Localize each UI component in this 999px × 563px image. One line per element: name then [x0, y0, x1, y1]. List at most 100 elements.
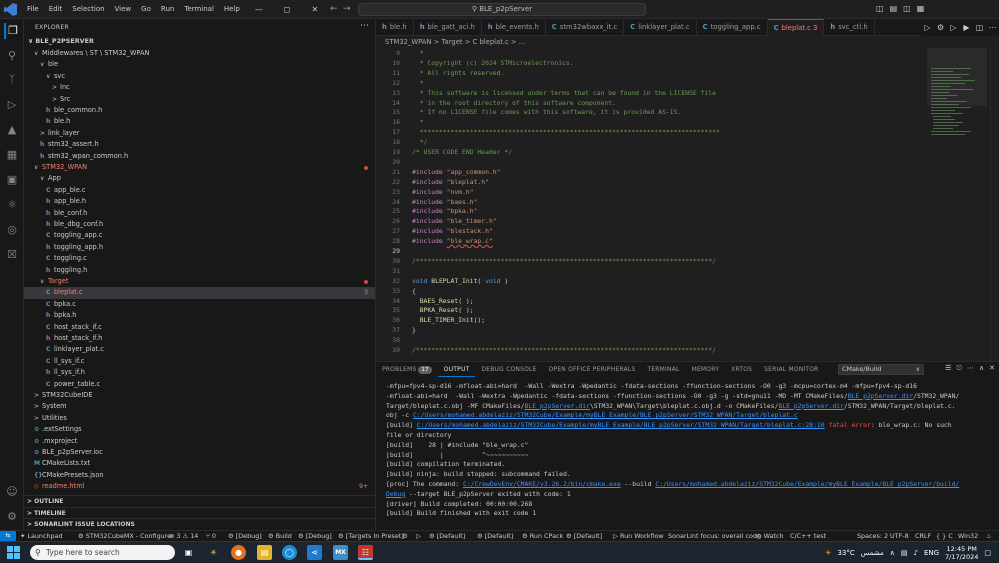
tree-file[interactable]: Cpower_table.c: [24, 379, 375, 390]
more-actions-icon[interactable]: ⋯: [360, 21, 369, 31]
run-icon[interactable]: ▷: [921, 23, 934, 32]
sonarlint-icon[interactable]: ◎: [4, 222, 20, 238]
list-filter-icon[interactable]: ☰: [945, 364, 951, 373]
clock[interactable]: 12:45 PM 7/17/2024: [945, 545, 978, 561]
breadcrumb[interactable]: STM32_WPAN > Target > C bleplat.c > ...: [376, 36, 999, 48]
code-line[interactable]: /* USER CODE END Header */: [412, 148, 512, 156]
tree-file[interactable]: h toggling.h: [24, 265, 375, 276]
status-default-3[interactable]: ⚙ [Default]: [566, 531, 602, 541]
vscode-taskbar-icon[interactable]: ⋖: [307, 545, 322, 560]
stm32cubemx-icon[interactable]: MX: [333, 545, 348, 560]
panel-tab[interactable]: PROBLEMS 17: [376, 362, 438, 377]
notifications-bell-icon[interactable]: ♨: [986, 531, 992, 541]
command-center-search[interactable]: ⚲ BLE_p2pServer: [358, 3, 646, 16]
panel-tab[interactable]: TERMINAL: [641, 362, 685, 377]
editor-tab[interactable]: h ble.h: [376, 19, 414, 36]
code-line[interactable]: #include "nvm.h": [412, 188, 474, 196]
active-app-icon[interactable]: ☷: [358, 545, 373, 560]
tree-folder[interactable]: > STM32CubeIDE: [24, 390, 375, 401]
status-encoding[interactable]: UTF-8: [890, 531, 909, 541]
tree-file[interactable]: h bpka.h: [24, 310, 375, 321]
back-arrow-icon[interactable]: ←: [330, 4, 338, 14]
tree-folder[interactable]: ∨ Middlewares \ ST \ STM32_WPAN: [24, 48, 375, 59]
tree-file[interactable]: h ble_common.h: [24, 105, 375, 116]
search-view-icon[interactable]: ⚲: [4, 48, 20, 64]
status-platform[interactable]: Win32: [958, 531, 978, 541]
status-language[interactable]: { } C: [936, 531, 953, 541]
tree-file[interactable]: ⚙ BLE_p2pServer.ioc: [24, 447, 375, 458]
tree-file[interactable]: h stm32_wpan_common.h: [24, 151, 375, 162]
tree-file[interactable]: M CMakeLists.txt: [24, 458, 375, 469]
minimap[interactable]: [927, 48, 987, 361]
sidebar-section-outline[interactable]: > OUTLINE: [24, 495, 375, 506]
close-panel-icon[interactable]: ✕: [989, 364, 995, 373]
settings-gear-icon[interactable]: ⚙: [4, 509, 20, 525]
menu-help[interactable]: Help: [219, 0, 245, 19]
tree-file[interactable]: h toggling_app.h: [24, 242, 375, 253]
output-link[interactable]: C:/CrewDevEnv/CMAKE/v3.26.2/bin/cmake.ex…: [463, 480, 621, 488]
status-default-2[interactable]: ⚙ [Default]: [477, 531, 513, 541]
minimap-viewport[interactable]: [927, 48, 987, 106]
status-ports[interactable]: ⑂ 0: [206, 531, 216, 541]
code-editor[interactable]: 9 * 10 * Copyright (c) 2024 STMicroelectr…: [376, 48, 999, 361]
more-icon[interactable]: ⋯: [986, 23, 999, 32]
file-explorer-icon[interactable]: ▤: [257, 545, 272, 560]
tree-folder[interactable]: > Utilities: [24, 413, 375, 424]
tree-folder[interactable]: ∨ svc: [24, 71, 375, 82]
code-line[interactable]: */: [412, 138, 428, 146]
tree-file[interactable]: Cbleplat.c 3: [24, 287, 375, 299]
output-link[interactable]: BLE_p2pServer.dir: [848, 392, 913, 400]
customize-layout-icon[interactable]: ▦: [917, 4, 925, 13]
editor-tab[interactable]: h ble_gatt_aci.h: [414, 19, 482, 36]
network-icon[interactable]: ▤: [901, 549, 908, 557]
code-line[interactable]: BPKA_Reset( );: [412, 306, 474, 314]
code-line[interactable]: * This software is licensed under terms …: [412, 89, 716, 97]
menu-view[interactable]: View: [110, 0, 137, 19]
status-run-cpack[interactable]: ⚙ Run CPack: [522, 531, 563, 541]
code-line[interactable]: * Copyright (c) 2024 STMicroelectronics.: [412, 59, 574, 67]
code-line[interactable]: }: [412, 326, 416, 334]
task-view-icon[interactable]: ▣: [181, 545, 196, 560]
tree-file[interactable]: h ble.h: [24, 116, 375, 127]
status-run-icon[interactable]: ▷: [416, 531, 421, 541]
status-eol[interactable]: CRLF: [915, 531, 931, 541]
tree-file[interactable]: Ctoggling_app.c: [24, 230, 375, 241]
maximize-panel-icon[interactable]: ∧: [979, 364, 984, 373]
output-link[interactable]: C:/Users/mohamed.abdelaziz/STM32Cube/Exa…: [417, 421, 825, 429]
source-control-icon[interactable]: ᛉ: [4, 72, 20, 88]
code-line[interactable]: * in the root directory of this software…: [412, 99, 616, 107]
status-debug-icon[interactable]: ⚙: [402, 531, 408, 541]
tree-file[interactable]: h stm32_assert.h: [24, 139, 375, 150]
panel-tab[interactable]: OUTPUT: [437, 362, 476, 377]
code-line[interactable]: /***************************************…: [412, 346, 716, 354]
code-line[interactable]: #include "bpka.h": [412, 207, 477, 215]
code-line[interactable]: BAES_Reset( );: [412, 297, 474, 305]
code-line[interactable]: /***************************************…: [412, 257, 716, 265]
tree-file[interactable]: Capp_ble.c: [24, 185, 375, 196]
editor-tab[interactable]: Clinklayer_plat.c: [624, 19, 697, 36]
weather-temp[interactable]: 33°C: [837, 549, 854, 557]
code-line[interactable]: * If no LICENSE file comes with this sof…: [412, 108, 682, 116]
tree-folder[interactable]: > link_layer: [24, 128, 375, 139]
menu-run[interactable]: Run: [156, 0, 179, 19]
tree-folder[interactable]: > System: [24, 401, 375, 412]
taskbar-search-input[interactable]: ⚲ Type here to search: [30, 545, 175, 560]
edge-browser-icon[interactable]: ◯: [282, 545, 297, 560]
menu-file[interactable]: File: [22, 0, 44, 19]
editor-tab[interactable]: Cstm32wbaxx_it.c: [546, 19, 625, 36]
tray-chevron-up-icon[interactable]: ∧: [890, 549, 895, 557]
tree-folder[interactable]: > Src: [24, 94, 375, 105]
maximize-button[interactable]: ◻: [273, 5, 301, 14]
code-line[interactable]: #include "app_common.h": [412, 168, 501, 176]
output-link[interactable]: Debug: [386, 490, 405, 498]
status-cpp-test[interactable]: C/C++ test: [790, 531, 826, 541]
notification-center-icon[interactable]: □: [984, 549, 991, 557]
tree-file[interactable]: ⚙ .mxproject: [24, 436, 375, 447]
split-editor-icon[interactable]: ◫: [973, 23, 986, 32]
status-targets[interactable]: ⚙ [Targets In Preset]: [338, 531, 404, 541]
cmake-icon[interactable]: ▲: [4, 122, 20, 138]
menu-go[interactable]: Go: [136, 0, 156, 19]
tree-file[interactable]: {}CMakePresets.json: [24, 470, 375, 481]
status-watch[interactable]: ◷ Watch: [756, 531, 784, 541]
code-line[interactable]: #include "baes.h": [412, 198, 477, 206]
